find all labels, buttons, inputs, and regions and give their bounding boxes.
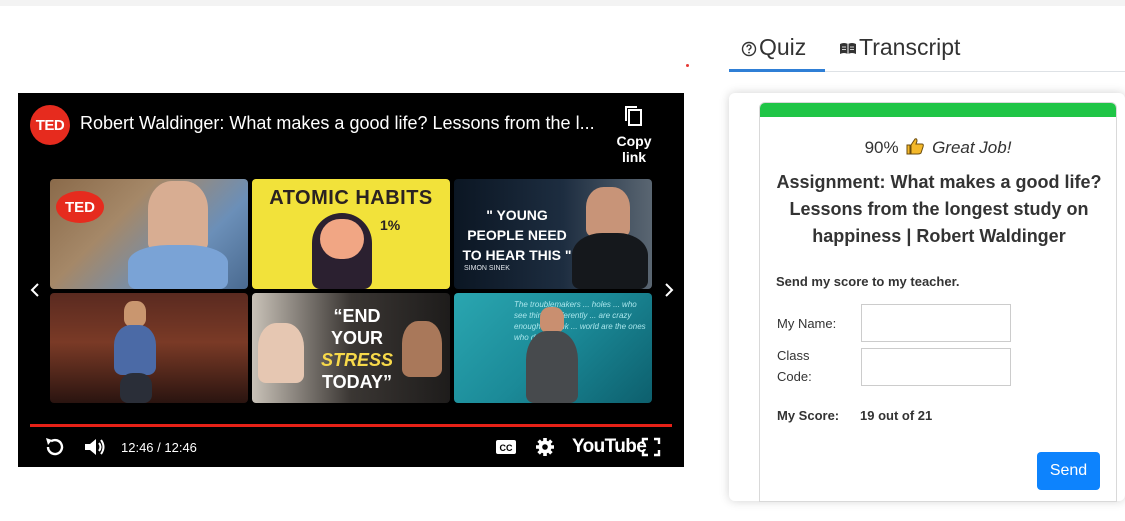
chevron-right-icon[interactable] <box>662 279 676 305</box>
channel-logo[interactable]: TED <box>30 105 70 145</box>
thumbnail-title: ATOMIC HABITS <box>269 187 433 209</box>
name-input[interactable] <box>861 304 1011 342</box>
player-controls: 12:46 / 12:46 CC YouTube <box>18 433 684 463</box>
score-summary: 90% Great Job! <box>760 136 1116 158</box>
related-video-thumbnail[interactable]: TED <box>50 179 248 289</box>
copy-icon <box>625 106 642 126</box>
fullscreen-icon[interactable] <box>640 435 662 464</box>
book-icon <box>840 42 856 54</box>
thumbnail-title: " YOUNG PEOPLE NEED TO HEAR THIS " <box>462 207 572 263</box>
video-player[interactable]: TED Robert Waldinger: What makes a good … <box>18 93 684 467</box>
related-video-thumbnail[interactable]: ATOMIC HABITS 1% <box>252 179 450 289</box>
volume-icon[interactable] <box>82 435 108 464</box>
tab-transcript[interactable]: Transcript <box>839 34 960 61</box>
thumbnail-title: “END YOUR STRESS TODAY” <box>320 306 394 392</box>
video-title[interactable]: Robert Waldinger: What makes a good life… <box>80 113 595 134</box>
my-score-label: My Score: <box>777 408 840 423</box>
tab-quiz-label: Quiz <box>759 34 807 60</box>
class-code-input[interactable] <box>861 348 1011 386</box>
active-tab-indicator <box>729 69 825 72</box>
thumbnail-badge: TED <box>56 191 104 223</box>
related-video-thumbnail[interactable]: The troublemakers ... holes ... who see … <box>454 293 652 403</box>
related-videos-grid: TED ATOMIC HABITS 1% " YOUNG PEOPLE NEED… <box>50 179 654 405</box>
replay-icon[interactable] <box>42 435 66 464</box>
thumbnail-badge: 1% <box>380 217 401 233</box>
thumbs-up-icon <box>906 138 925 155</box>
copy-link-button[interactable]: Copy link <box>604 105 664 165</box>
related-video-thumbnail[interactable]: " YOUNG PEOPLE NEED TO HEAR THIS " SIMON… <box>454 179 652 289</box>
name-label: My Name: <box>777 316 837 331</box>
my-score-value: 19 out of 21 <box>860 408 933 423</box>
class-code-label: Class Code: <box>777 348 812 384</box>
send-button[interactable]: Send <box>1037 452 1100 490</box>
tab-quiz[interactable]: Quiz <box>741 34 806 61</box>
tab-bar: Quiz Transcript <box>729 30 1125 72</box>
quiz-result-card: 90% Great Job! Assignment: What makes a … <box>759 102 1117 502</box>
top-bar <box>0 0 1125 6</box>
video-time: 12:46 / 12:46 <box>121 440 197 455</box>
youtube-logo[interactable]: YouTube <box>572 436 647 458</box>
assignment-title: Assignment: What makes a good life? Less… <box>776 172 1102 246</box>
praise-text: Great Job! <box>932 138 1012 157</box>
thumbnail-illustration-face <box>320 219 364 259</box>
cc-icon[interactable]: CC <box>494 435 518 464</box>
question-circle-icon <box>741 41 757 57</box>
related-video-thumbnail[interactable]: “END YOUR STRESS TODAY” <box>252 293 450 403</box>
related-video-thumbnail[interactable] <box>50 293 248 403</box>
settings-icon[interactable] <box>533 435 557 464</box>
copy-link-label: Copy link <box>616 133 652 165</box>
send-score-note: Send my score to my teacher. <box>776 274 960 289</box>
chevron-left-icon[interactable] <box>28 279 42 305</box>
thumbnail-subtitle: SIMON SINEK <box>464 265 510 272</box>
progress-bar[interactable] <box>30 424 672 427</box>
card-accent-bar <box>760 103 1116 117</box>
red-dot <box>686 64 689 67</box>
score-percent: 90% <box>864 138 899 157</box>
tab-transcript-label: Transcript <box>859 34 961 60</box>
svg-text:CC: CC <box>500 443 513 453</box>
